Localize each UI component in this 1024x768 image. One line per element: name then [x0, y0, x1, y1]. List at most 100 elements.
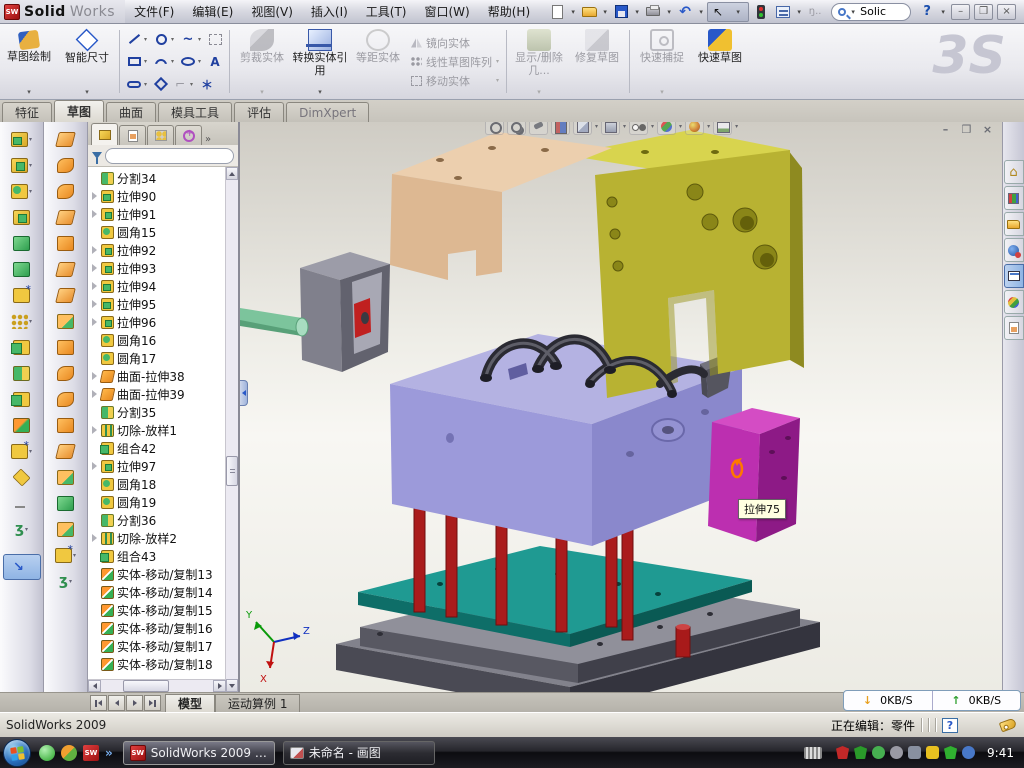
- rebuild-button[interactable]: [751, 3, 771, 21]
- edit-appearance-icon[interactable]: [657, 122, 676, 135]
- feature-manager-tab[interactable]: [91, 123, 118, 145]
- antivirus-icon[interactable]: [854, 746, 867, 759]
- tree-item[interactable]: 组合43: [88, 547, 225, 565]
- open-button[interactable]: [579, 3, 599, 21]
- tree-item[interactable]: 曲面-拉伸38: [88, 367, 225, 385]
- first-tab-button[interactable]: [90, 695, 107, 711]
- boundary-surface-button[interactable]: [49, 232, 83, 254]
- tree-item[interactable]: 组合42: [88, 439, 225, 457]
- tree-item[interactable]: 圆角17: [88, 349, 225, 367]
- spiral-button[interactable]: ʒ▾: [49, 570, 83, 592]
- surface-extrude-button[interactable]: [49, 128, 83, 150]
- options-dropdown[interactable]: ▾: [795, 8, 803, 16]
- tree-item[interactable]: 分割36: [88, 511, 225, 529]
- keyboard-tray-icon[interactable]: [804, 747, 822, 759]
- helix-button[interactable]: ʒ▾: [5, 518, 39, 540]
- slider-block-magenta[interactable]: [708, 408, 800, 542]
- undo-button[interactable]: ↶: [675, 3, 695, 21]
- rapid-sketch-button[interactable]: 快速草图: [691, 26, 749, 97]
- tree-item[interactable]: 曲面-拉伸39: [88, 385, 225, 403]
- circle-tool-button[interactable]: [152, 31, 170, 47]
- user-accounts-icon[interactable]: [962, 746, 975, 759]
- tree-item[interactable]: 圆角18: [88, 475, 225, 493]
- surface-loft-button[interactable]: [49, 206, 83, 228]
- expand-arrow-icon[interactable]: [90, 462, 98, 470]
- dropdown-arrow[interactable]: ▾: [707, 123, 710, 130]
- tree-item[interactable]: 实体-移动/复制17: [88, 637, 225, 655]
- tab-mold-tools[interactable]: 模具工具: [158, 102, 232, 122]
- doc-minimize-button[interactable]: –: [937, 122, 954, 137]
- scroll-up-button[interactable]: [226, 167, 238, 180]
- tree-item[interactable]: 圆角15: [88, 223, 225, 241]
- doc-restore-button[interactable]: ❒: [958, 122, 975, 137]
- volume-icon[interactable]: [890, 746, 903, 759]
- media-quicklaunch-icon[interactable]: [61, 745, 77, 761]
- spline-tool-button[interactable]: ~: [179, 31, 197, 47]
- appearances-scenes-tab[interactable]: [1004, 290, 1024, 314]
- mold-assembly-model[interactable]: Y Z X: [240, 122, 1002, 692]
- slot-tool-button[interactable]: [125, 76, 143, 92]
- freeform-button[interactable]: [49, 518, 83, 540]
- extruded-cut-button[interactable]: ▾: [5, 154, 39, 176]
- tree-item[interactable]: 切除-放样2: [88, 529, 225, 547]
- tree-item[interactable]: 圆角16: [88, 331, 225, 349]
- configuration-manager-tab[interactable]: [147, 125, 174, 145]
- shell-button[interactable]: [5, 232, 39, 254]
- new-document-button[interactable]: [547, 3, 567, 21]
- print-button[interactable]: [643, 3, 663, 21]
- expand-arrow-icon[interactable]: [90, 300, 98, 308]
- expand-arrow-icon[interactable]: [90, 246, 98, 254]
- chamfer-button[interactable]: [5, 206, 39, 228]
- view-palette-tab[interactable]: [1004, 264, 1024, 288]
- expand-arrow-icon[interactable]: [90, 372, 98, 380]
- tree-item[interactable]: 拉伸93: [88, 259, 225, 277]
- close-button[interactable]: ×: [997, 4, 1016, 20]
- tree-vertical-scrollbar[interactable]: [225, 167, 238, 692]
- insert-part-button[interactable]: ▾: [5, 440, 39, 462]
- tags-icon[interactable]: [999, 718, 1017, 733]
- ruled-surface-button[interactable]: [49, 492, 83, 514]
- move-copy-body-button[interactable]: [5, 414, 39, 436]
- undo-dropdown[interactable]: ▾: [697, 8, 705, 16]
- minimize-button[interactable]: –: [951, 4, 970, 20]
- help-button[interactable]: ?: [917, 3, 937, 21]
- custom-properties-tab[interactable]: [1004, 316, 1024, 340]
- restore-button[interactable]: ❒: [974, 4, 993, 20]
- dropdown-arrow[interactable]: ▾: [735, 123, 738, 130]
- tree-horizontal-scrollbar[interactable]: [88, 679, 226, 692]
- section-view-icon[interactable]: [551, 122, 570, 135]
- trim-surface-button[interactable]: [49, 362, 83, 384]
- expand-arrow-icon[interactable]: [90, 426, 98, 434]
- help-dropdown[interactable]: ▾: [939, 8, 947, 16]
- panel-collapse-handle[interactable]: [240, 380, 248, 406]
- tree-item[interactable]: 分割35: [88, 403, 225, 421]
- menu-edit[interactable]: 编辑(E): [183, 0, 242, 23]
- search-box[interactable]: ▾: [831, 3, 911, 21]
- pattern-button[interactable]: ▾: [5, 310, 39, 332]
- graphics-viewport[interactable]: Y Z X ▾▾▾▾▾▾ – ❒ × 拉伸75: [240, 122, 1002, 692]
- tree-item[interactable]: 拉伸95: [88, 295, 225, 313]
- arc-tool-button[interactable]: [152, 54, 170, 70]
- point-tool-button[interactable]: ＊: [198, 76, 216, 92]
- health-monitor-icon[interactable]: [944, 746, 957, 759]
- red-stop-pin[interactable]: [676, 624, 690, 657]
- cooling-tube-green[interactable]: [240, 308, 308, 336]
- next-tab-button[interactable]: [126, 695, 143, 711]
- network-status-icon[interactable]: [908, 746, 921, 759]
- solidworks-resources-tab[interactable]: ⌂: [1004, 160, 1024, 184]
- view-orientation-icon[interactable]: [573, 122, 592, 135]
- tree-item[interactable]: 实体-移动/复制18: [88, 655, 225, 673]
- solidworks-quicklaunch-icon[interactable]: SW: [83, 745, 99, 761]
- property-manager-tab[interactable]: [119, 125, 146, 145]
- doc-close-button[interactable]: ×: [979, 122, 996, 137]
- wrap-button[interactable]: [5, 284, 39, 306]
- fillet-tool-button[interactable]: ▾: [5, 180, 39, 202]
- extruded-boss-button[interactable]: ▾: [5, 128, 39, 150]
- tree-item[interactable]: 拉伸94: [88, 277, 225, 295]
- tree-item[interactable]: 拉伸90: [88, 187, 225, 205]
- filled-surface-button[interactable]: [49, 258, 83, 280]
- rectangle-tool-button[interactable]: [125, 54, 143, 70]
- tree-item[interactable]: 切除-放样1: [88, 421, 225, 439]
- tree-item[interactable]: 圆角19: [88, 493, 225, 511]
- tree-item[interactable]: 实体-移动/复制13: [88, 565, 225, 583]
